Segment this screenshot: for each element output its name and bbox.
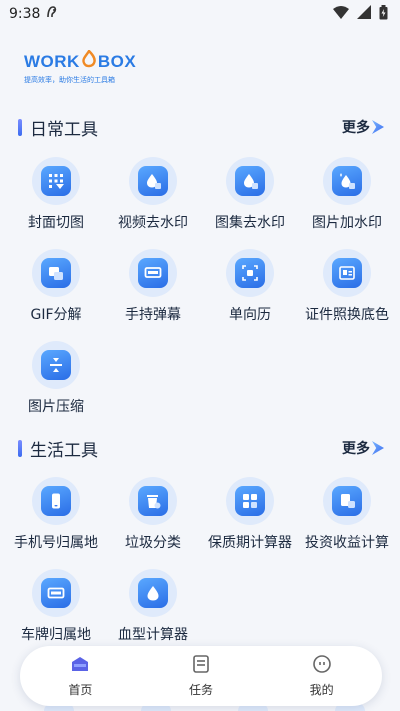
status-bar: 9:38 — [0, 0, 400, 28]
wifi-icon — [333, 5, 349, 23]
tool-label: 垃圾分类 — [125, 535, 181, 551]
tool-image-compress[interactable]: 图片压缩 — [8, 341, 104, 421]
tool-label: 图片加水印 — [312, 215, 382, 231]
gif-icon — [41, 258, 71, 288]
section-accent-bar — [18, 118, 22, 136]
tool-shelf-life-calculator[interactable]: 保质期计算器 — [202, 477, 298, 557]
tool-label: 图片压缩 — [28, 399, 84, 415]
tool-label: 手持弹幕 — [125, 307, 181, 323]
life-tools-more-button[interactable]: 更多 — [342, 438, 384, 458]
bottom-nav: 首页 任务 我的 — [20, 646, 382, 706]
tool-label: 车牌归属地 — [21, 627, 91, 643]
section-daily-tools: 日常工具 更多 — [18, 115, 384, 140]
blood-icon — [138, 578, 168, 608]
tool-investment-return[interactable]: 投资收益计算 — [299, 477, 395, 557]
tool-image-add-watermark[interactable]: 图片加水印 — [299, 157, 395, 237]
tool-label: 图集去水印 — [215, 215, 285, 231]
calendar-icon — [235, 258, 265, 288]
nav-home[interactable]: 首页 — [30, 654, 130, 698]
section-life-tools: 生活工具 更多 — [18, 436, 384, 461]
tool-id-photo-background[interactable]: 证件照换底色 — [299, 249, 395, 329]
section-title: 日常工具 — [30, 119, 98, 140]
id-photo-icon — [332, 258, 362, 288]
more-arrow-icon — [372, 441, 384, 455]
section-accent-bar — [18, 439, 22, 457]
notification-icon — [46, 5, 58, 23]
calculator-icon — [235, 486, 265, 516]
grid-crop-icon — [41, 166, 71, 196]
signal-icon — [357, 5, 371, 23]
logo-flame-icon — [81, 49, 97, 73]
nav-label: 首页 — [68, 683, 93, 697]
status-time: 9:38 — [9, 6, 41, 22]
tool-label: 血型计算器 — [118, 627, 188, 643]
tool-label: 投资收益计算 — [305, 535, 389, 551]
image-add-drop-icon — [332, 166, 362, 196]
nav-label: 我的 — [309, 683, 334, 697]
compress-icon — [41, 350, 71, 380]
tool-video-watermark-remove[interactable]: 视频去水印 — [105, 157, 201, 237]
logo-suffix: BOX — [97, 51, 137, 71]
tool-garbage-sorting[interactable]: 垃圾分类 — [105, 477, 201, 557]
tool-phone-location[interactable]: 手机号归属地 — [8, 477, 104, 557]
trash-icon — [138, 486, 168, 516]
more-label: 更多 — [342, 441, 370, 457]
logo-tagline: 提高效率，助你生活的工具箱 — [24, 76, 115, 84]
daily-tools-more-button[interactable]: 更多 — [342, 117, 384, 137]
section-title: 生活工具 — [30, 440, 98, 461]
tool-label: 手机号归属地 — [14, 535, 98, 551]
tool-label: GIF分解 — [30, 307, 82, 323]
danmaku-icon — [138, 258, 168, 288]
battery-icon — [379, 4, 388, 24]
tool-label: 证件照换底色 — [305, 307, 389, 323]
gallery-drop-icon — [235, 166, 265, 196]
tool-label: 视频去水印 — [118, 215, 188, 231]
plate-icon — [41, 578, 71, 608]
invest-icon — [332, 486, 362, 516]
nav-task[interactable]: 任务 — [151, 654, 251, 698]
video-drop-icon — [138, 166, 168, 196]
profile-icon — [312, 654, 332, 678]
tool-handheld-danmaku[interactable]: 手持弹幕 — [105, 249, 201, 329]
logo-prefix: WORK — [24, 51, 80, 71]
tool-gif-split[interactable]: GIF分解 — [8, 249, 104, 329]
tool-one-way-calendar[interactable]: 单向历 — [202, 249, 298, 329]
tool-label: 保质期计算器 — [208, 535, 292, 551]
home-icon — [70, 654, 90, 678]
tool-label: 封面切图 — [28, 215, 84, 231]
phone-icon — [41, 486, 71, 516]
tool-gallery-watermark-remove[interactable]: 图集去水印 — [202, 157, 298, 237]
tool-plate-location[interactable]: 车牌归属地 — [8, 569, 104, 649]
tool-cover-crop[interactable]: 封面切图 — [8, 157, 104, 237]
nav-label: 任务 — [188, 683, 213, 697]
more-arrow-icon — [372, 120, 384, 134]
tool-label: 单向历 — [229, 307, 271, 323]
tool-blood-type-calculator[interactable]: 血型计算器 — [105, 569, 201, 649]
nav-profile[interactable]: 我的 — [272, 654, 372, 698]
more-label: 更多 — [342, 120, 370, 136]
task-icon — [191, 654, 211, 678]
app-logo: WORK BOX 提高效率，助你生活的工具箱 — [24, 49, 154, 86]
